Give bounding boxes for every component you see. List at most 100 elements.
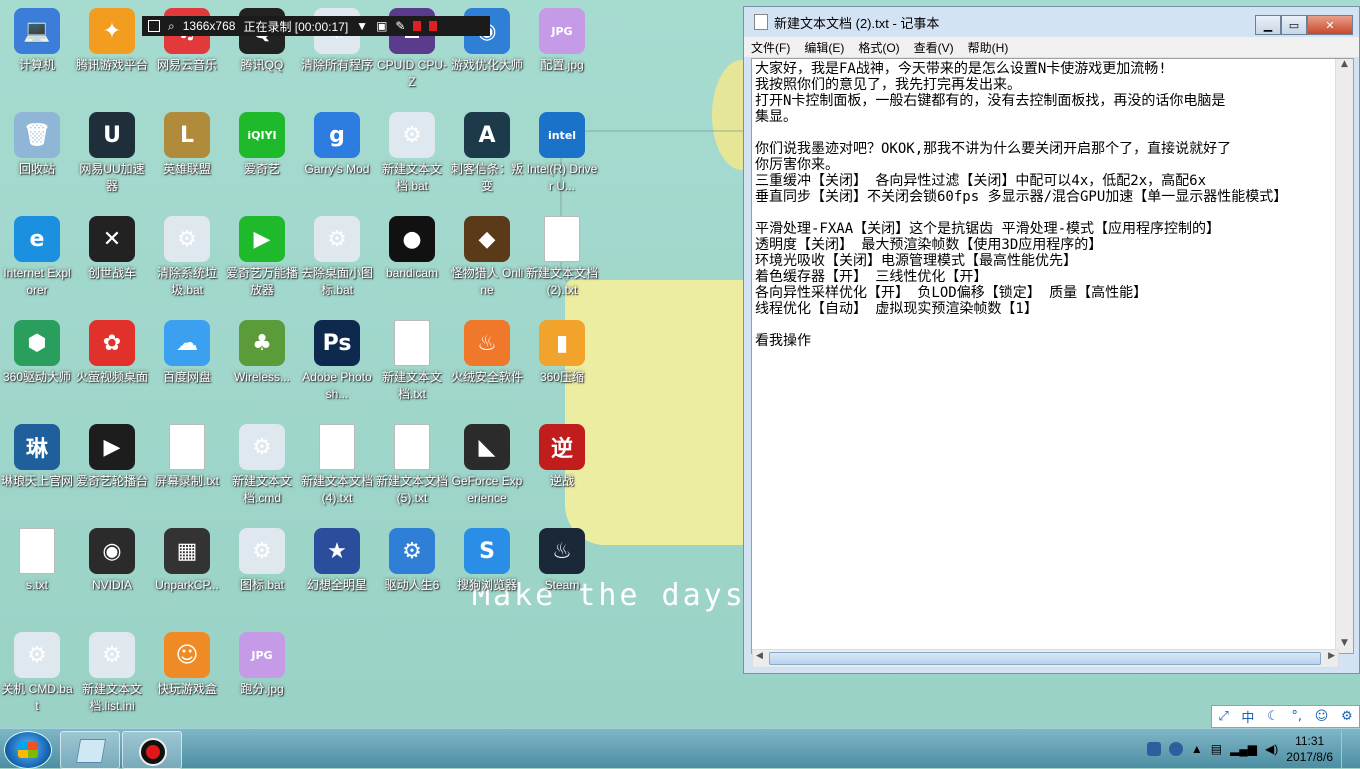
desktop-icon[interactable]: 💻 计算机 [0, 8, 74, 74]
maximize-button[interactable]: ▭ [1281, 15, 1307, 35]
desktop-icon[interactable]: ● bandicam [375, 216, 449, 282]
desktop-icon[interactable]: 新建文本文档.txt [375, 320, 449, 403]
ime-switch-icon[interactable]: ⤢ [1218, 709, 1228, 724]
settings-icon[interactable]: ⚙ [1341, 709, 1353, 724]
desktop-icon[interactable]: ⚙ 去除桌面小图标.bat [300, 216, 374, 299]
desktop-icon[interactable]: 新建文本文档 (4).txt [300, 424, 374, 507]
desktop-icon[interactable]: 琳琳琅天上官网 [0, 424, 74, 490]
desktop-icon[interactable]: ▦ UnparkCP... [150, 528, 224, 594]
camera-icon[interactable]: ▣ [376, 19, 387, 33]
desktop-icon-label: 回收站 [18, 162, 55, 176]
desktop-icon[interactable]: JPG 跑分.jpg [225, 632, 299, 698]
minimize-button[interactable]: ▁ [1255, 15, 1281, 35]
desktop-icon[interactable]: ✕ 创世战车 [75, 216, 149, 282]
help-icon[interactable] [1168, 742, 1183, 756]
desktop-icon[interactable]: ★ 幻想全明星 [300, 528, 374, 594]
desktop-icon[interactable]: U 网易UU加速器 [75, 112, 149, 195]
taskbar-bandicam[interactable] [122, 731, 182, 769]
desktop-icon[interactable]: 屏幕录制.txt [150, 424, 224, 490]
notepad-text-area[interactable]: 大家好，我是FA战神，今天带来的是怎么设置N卡使游戏更加流畅! 我按照你们的意见… [751, 58, 1354, 654]
menu-edit[interactable]: 编辑(E) [797, 37, 851, 57]
desktop-icon-image: ▦ [164, 528, 210, 574]
desktop-icon[interactable]: ⚙ 新建文本文档.list.ini [75, 632, 149, 715]
desktop-icon[interactable]: ▶ 爱奇艺万能播放器 [225, 216, 299, 299]
desktop-icon[interactable]: ⚙ 新建文本文档.bat [375, 112, 449, 195]
desktop-icon[interactable]: ☺ 快玩游戏盒 [150, 632, 224, 698]
desktop-icon[interactable]: intel Intel(R) Driver U... [525, 112, 599, 195]
punctuation-icon[interactable]: °, [1291, 709, 1302, 724]
desktop-icon[interactable]: L 英雄联盟 [150, 112, 224, 178]
moon-icon[interactable]: ☾ [1267, 709, 1279, 724]
notepad-window[interactable]: 新建文本文档 (2).txt - 记事本 ▁ ▭ ✕ 文件(F) 编辑(E) 格… [743, 6, 1360, 674]
desktop-icon[interactable]: A 刺客信条：叛变 [450, 112, 524, 195]
notepad-content[interactable]: 大家好，我是FA战神，今天带来的是怎么设置N卡使游戏更加流畅! 我按照你们的意见… [755, 61, 1339, 349]
ime-toolbar[interactable]: ⤢ 中 ☾ °, ☺ ⚙ [1211, 705, 1360, 728]
scroll-right-arrow-icon[interactable]: ▶ [1328, 651, 1335, 661]
desktop-icon[interactable]: ⚙ 清除系统垃圾.bat [150, 216, 224, 299]
vertical-scrollbar[interactable]: ▲ ▼ [1335, 59, 1353, 653]
dropdown-icon[interactable]: ▼ [356, 19, 368, 33]
desktop-icon[interactable]: ⚙ 图标.bat [225, 528, 299, 594]
desktop-icon[interactable]: ⬢ 360驱动大师 [0, 320, 74, 386]
desktop-icon[interactable]: S 搜狗浏览器 [450, 528, 524, 594]
start-button[interactable] [4, 731, 52, 769]
desktop-icon[interactable]: ◉ NVIDIA [75, 528, 149, 594]
desktop-icon[interactable]: ◣ GeForce Experience [450, 424, 524, 507]
menu-view[interactable]: 查看(V) [907, 37, 961, 57]
system-tray: ▲ ▤ ▂▄▆ ◀) 11:31 2017/8/6 [1146, 729, 1360, 769]
scroll-up-arrow-icon[interactable]: ▲ [1336, 59, 1353, 75]
desktop-icon[interactable]: e Internet Explorer [0, 216, 74, 299]
desktop-icon-image: JPG [239, 632, 285, 678]
desktop-icon[interactable]: Ps Adobe Photosh... [300, 320, 374, 403]
ime-lang[interactable]: 中 [1241, 707, 1254, 726]
desktop-icon[interactable]: ♨ Steam [525, 528, 599, 594]
desktop-icon-label: 新建文本文档 (4).txt [300, 474, 373, 505]
taskbar-notepad[interactable] [60, 731, 120, 769]
desktop-icon[interactable]: ⚙ 驱动人生6 [375, 528, 449, 594]
desktop-icon-label: Wireless... [233, 370, 290, 384]
desktop-icon[interactable]: ✿ 火萤视频桌面 [75, 320, 149, 386]
close-button[interactable]: ✕ [1307, 15, 1353, 35]
desktop-icon[interactable]: iQIYI 爱奇艺 [225, 112, 299, 178]
window-icon[interactable] [148, 20, 160, 32]
desktop-icon-image: g [314, 112, 360, 158]
desktop-icon[interactable]: ▮ 360压缩 [525, 320, 599, 386]
desktop-icon-label: 驱动人生6 [384, 578, 440, 592]
menu-format[interactable]: 格式(O) [851, 37, 906, 57]
desktop-icon[interactable]: ✦ 腾讯游戏平台 [75, 8, 149, 74]
desktop-icon[interactable]: JPG 配置.jpg [525, 8, 599, 74]
desktop-icon[interactable]: s.txt [0, 528, 74, 594]
desktop-icon[interactable]: 逆逆战 [525, 424, 599, 490]
desktop-icon[interactable]: ♣ Wireless... [225, 320, 299, 386]
horizontal-scrollbar[interactable]: ◀ ▶ [752, 649, 1339, 668]
desktop-icon[interactable]: ◆ 怪物猎人 Online [450, 216, 524, 299]
recorder-toolbar[interactable]: ⌕ 1366x768 正在录制 [00:00:17] ▼ ▣ ✎ [142, 16, 490, 36]
menu-help[interactable]: 帮助(H) [961, 37, 1016, 57]
desktop-icon[interactable]: 新建文本文档 (5).txt [375, 424, 449, 507]
show-desktop-button[interactable] [1341, 730, 1350, 768]
scroll-thumb[interactable] [769, 652, 1321, 665]
user-icon[interactable]: ☺ [1315, 709, 1329, 724]
desktop-icon[interactable]: ☁ 百度网盘 [150, 320, 224, 386]
pencil-icon[interactable]: ✎ [395, 19, 405, 33]
stop-icon[interactable] [429, 21, 438, 31]
scroll-left-arrow-icon[interactable]: ◀ [756, 651, 763, 661]
desktop-icon[interactable]: g Garry's Mod [300, 112, 374, 178]
tray-expand-icon[interactable]: ▲ [1191, 742, 1203, 756]
clock[interactable]: 11:31 2017/8/6 [1286, 733, 1333, 765]
search-icon[interactable]: ⌕ [168, 19, 175, 34]
desktop-icon[interactable]: 🗑 回收站 [0, 112, 74, 178]
network-icon[interactable]: ▂▄▆ [1230, 742, 1257, 756]
desktop-icon-label: 怪物猎人 Online [450, 266, 524, 297]
desktop-icon[interactable]: ▶ 爱奇艺轮播台 [75, 424, 149, 490]
clipboard-icon[interactable]: ▤ [1211, 742, 1222, 756]
menu-file[interactable]: 文件(F) [744, 37, 797, 57]
security-icon[interactable] [1146, 742, 1161, 756]
pause-icon[interactable] [413, 21, 422, 31]
desktop-icon[interactable]: ⚙ 新建文本文档.cmd [225, 424, 299, 507]
desktop-icon-label: 清除系统垃圾.bat [156, 266, 217, 297]
volume-icon[interactable]: ◀) [1265, 742, 1278, 756]
desktop-icon[interactable]: 新建文本文档 (2).txt [525, 216, 599, 299]
desktop-icon[interactable]: ♨ 火绒安全软件 [450, 320, 524, 386]
desktop-icon[interactable]: ⚙ 关机 CMD.bat [0, 632, 74, 715]
